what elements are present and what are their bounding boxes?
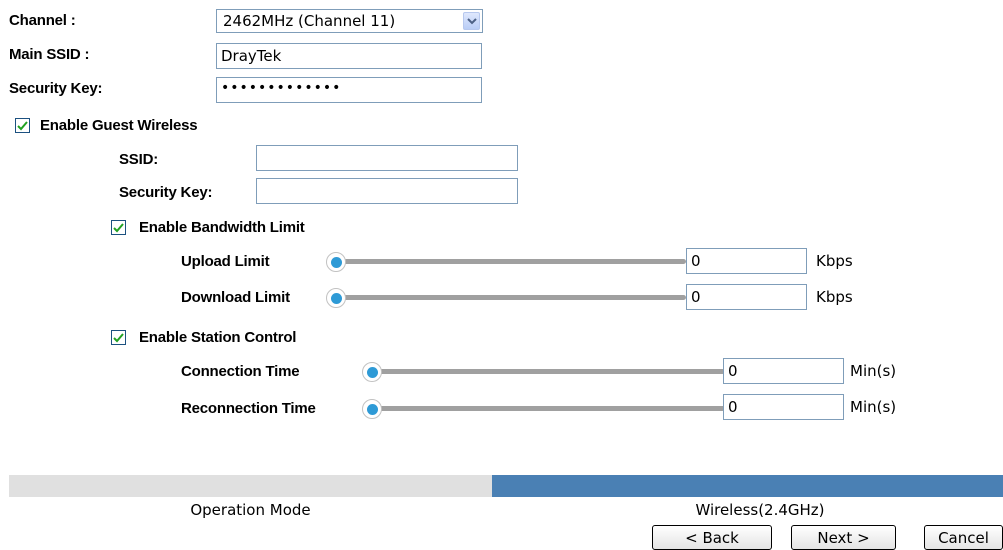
reconnection-time-slider-handle[interactable] [362, 399, 382, 419]
main-ssid-label: Main SSID : [9, 46, 90, 63]
download-limit-label: Download Limit [181, 289, 290, 306]
reconnection-time-input[interactable] [723, 394, 844, 420]
enable-station-control-checkbox[interactable] [111, 330, 126, 345]
upload-limit-input[interactable] [686, 248, 807, 274]
reconnection-time-label: Reconnection Time [181, 400, 316, 417]
connection-time-input[interactable] [723, 358, 844, 384]
step-bar-operation-mode [9, 475, 492, 497]
main-ssid-input[interactable] [216, 43, 482, 69]
guest-security-key-input[interactable] [256, 178, 518, 204]
checkmark-icon [113, 332, 124, 342]
checkmark-icon [17, 120, 28, 130]
step-operation-mode-label: Operation Mode [190, 501, 311, 519]
step-wireless-label: Wireless(2.4GHz) [695, 501, 825, 519]
step-bar-wireless [492, 475, 1003, 497]
enable-guest-wireless-label: Enable Guest Wireless [40, 117, 198, 134]
upload-limit-slider-track[interactable] [334, 259, 686, 264]
channel-select[interactable]: 2462MHz (Channel 11) [216, 9, 483, 33]
cancel-button[interactable]: Cancel [924, 525, 1003, 550]
next-button[interactable]: Next > [791, 525, 896, 550]
connection-time-slider-handle[interactable] [362, 362, 382, 382]
enable-guest-wireless-checkbox[interactable] [15, 118, 30, 133]
guest-ssid-label: SSID: [119, 151, 159, 168]
connection-time-unit: Min(s) [850, 362, 897, 380]
reconnection-time-slider-track[interactable] [370, 406, 725, 411]
connection-time-label: Connection Time [181, 363, 300, 380]
enable-bandwidth-limit-label: Enable Bandwidth Limit [139, 219, 305, 236]
upload-limit-unit: Kbps [816, 252, 853, 270]
channel-selected-value: 2462MHz (Channel 11) [223, 12, 396, 30]
upload-limit-label: Upload Limit [181, 253, 270, 270]
enable-bandwidth-limit-checkbox[interactable] [111, 220, 126, 235]
guest-ssid-input[interactable] [256, 145, 518, 171]
channel-label: Channel : [9, 12, 76, 29]
security-key-input[interactable]: ••••••••••••• [216, 77, 482, 103]
enable-station-control-label: Enable Station Control [139, 329, 297, 346]
security-key-label: Security Key: [9, 80, 103, 97]
download-limit-input[interactable] [686, 284, 807, 310]
reconnection-time-unit: Min(s) [850, 398, 897, 416]
download-limit-slider-handle[interactable] [326, 288, 346, 308]
chevron-down-icon[interactable] [463, 12, 480, 30]
checkmark-icon [113, 222, 124, 232]
upload-limit-slider-handle[interactable] [326, 252, 346, 272]
download-limit-slider-track[interactable] [334, 295, 686, 300]
connection-time-slider-track[interactable] [370, 369, 725, 374]
download-limit-unit: Kbps [816, 288, 853, 306]
guest-security-key-label: Security Key: [119, 184, 213, 201]
back-button[interactable]: < Back [652, 525, 772, 550]
